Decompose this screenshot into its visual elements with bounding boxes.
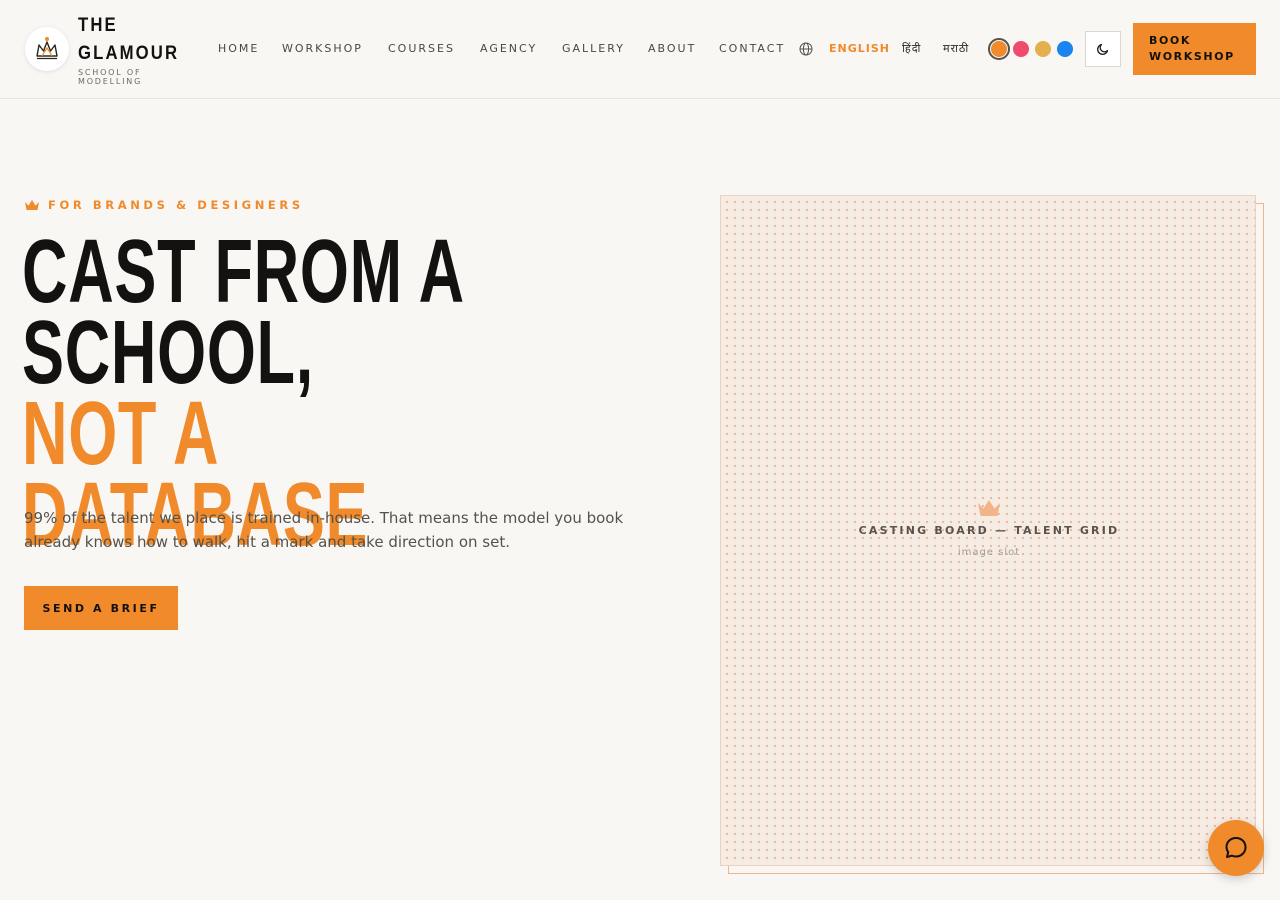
nav-item-about[interactable]: ABOUT (648, 42, 696, 56)
nav-item-contact[interactable]: CONTACT (719, 42, 785, 56)
logo[interactable] (25, 27, 69, 71)
theme-swatch-blue[interactable] (1057, 41, 1073, 57)
hero-eyebrow: FOR BRANDS & DESIGNERS (24, 197, 304, 213)
language-option-hindi[interactable]: हिंदी (902, 41, 921, 56)
headline-line-1: CAST FROM A (22, 222, 465, 322)
image-slot-subtitle: image slot (957, 547, 1021, 558)
theme-swatch-gold[interactable] (1035, 41, 1051, 57)
nav-item-agency[interactable]: AGENCY (480, 42, 537, 56)
theme-swatch-pink[interactable] (1013, 41, 1029, 57)
chat-bubble-icon (1225, 837, 1247, 858)
nav-item-gallery[interactable]: GALLERY (562, 42, 625, 56)
language-option-english[interactable]: ENGLISH (829, 41, 890, 56)
image-slot-label: CASTING BOARD — TALENT GRID image slot (721, 498, 1257, 560)
moon-icon (1097, 43, 1109, 55)
brand-name[interactable]: THE GLAMOUR (78, 12, 184, 68)
language-option-marathi[interactable]: मराठी (943, 41, 969, 56)
image-slot-title: CASTING BOARD — TALENT GRID (858, 524, 1120, 537)
crown-logo-icon (36, 37, 58, 60)
headline-line-2: SCHOOL, (22, 303, 314, 403)
chat-button[interactable] (1208, 820, 1264, 876)
brand-name-line1: THE (78, 15, 118, 36)
nav-item-workshop[interactable]: WORKSHOP (282, 42, 363, 56)
dark-mode-toggle[interactable] (1085, 31, 1121, 67)
crown-icon (978, 500, 1000, 516)
globe-icon (799, 42, 813, 56)
book-workshop-button[interactable]: BOOK WORKSHOP (1133, 23, 1256, 75)
site-header: THE GLAMOUR SCHOOL OF MODELLING HOME WOR… (0, 0, 1280, 99)
nav-item-courses[interactable]: COURSES (388, 42, 455, 56)
eyebrow-text: FOR BRANDS & DESIGNERS (48, 198, 304, 212)
hero-lead-text: 99% of the talent we place is trained in… (24, 509, 624, 551)
brand-tagline: SCHOOL OF MODELLING (78, 68, 143, 86)
casting-board-image-slot: CASTING BOARD — TALENT GRID image slot (720, 195, 1256, 866)
crown-icon (25, 200, 39, 210)
send-brief-button[interactable]: SEND A BRIEF (24, 586, 178, 630)
nav-item-home[interactable]: HOME (218, 42, 259, 56)
theme-swatch-orange[interactable] (988, 38, 1010, 60)
brand-name-line2: GLAMOUR (78, 43, 180, 64)
